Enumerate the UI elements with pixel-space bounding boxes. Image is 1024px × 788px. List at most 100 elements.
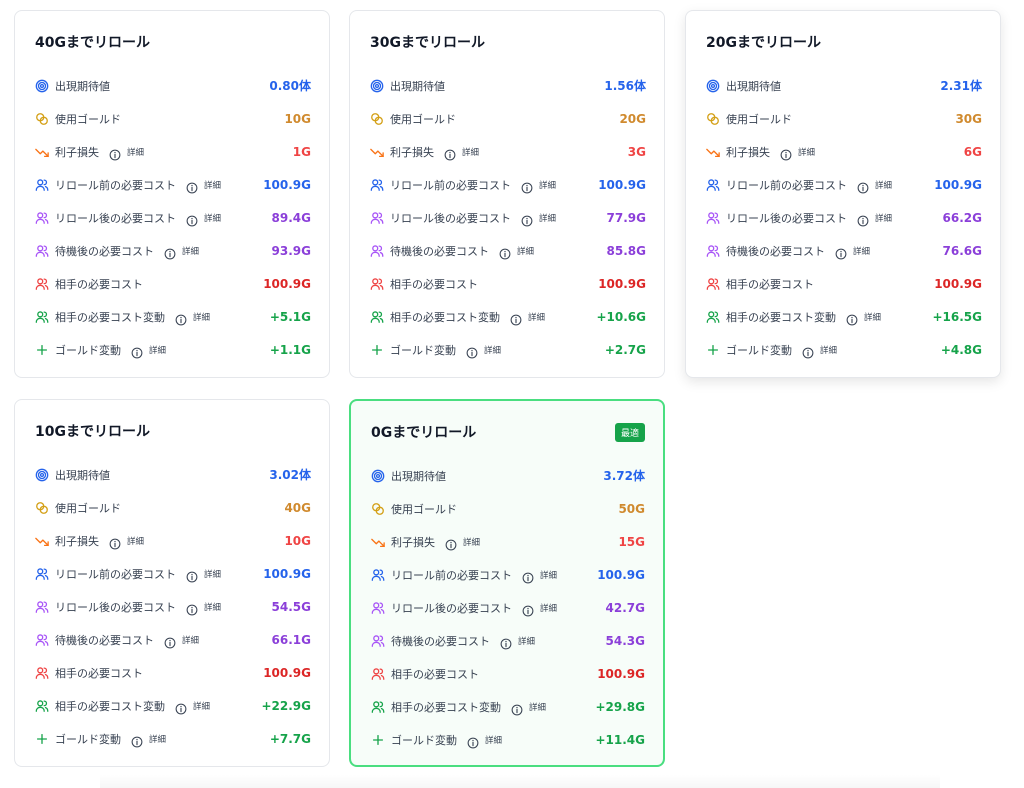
detail-button[interactable]: 詳細 — [857, 179, 893, 193]
stat-row-opp-cost: 相手の必要コスト 100.9G — [35, 656, 311, 689]
trending-down-icon — [370, 145, 384, 159]
stat-value: 100.9G — [263, 665, 311, 680]
stat-label: 相手の必要コスト — [391, 667, 479, 681]
detail-button[interactable]: 詳細 — [466, 344, 502, 358]
info-icon — [164, 245, 176, 259]
stat-row-cost-before: リロール前の必要コスト 詳細 100.9G — [370, 168, 646, 201]
detail-label: 詳細 — [539, 180, 557, 191]
stat-row-cost-before: リロール前の必要コスト 詳細 100.9G — [706, 168, 982, 201]
detail-button[interactable]: 詳細 — [164, 245, 199, 259]
detail-label: 詳細 — [484, 345, 502, 356]
users-icon — [706, 310, 720, 324]
reroll-card: 40Gまでリロール 出現期待値 0.80体 使用ゴールド 10G 利子損失 詳細 1… — [14, 10, 330, 378]
stat-value: 85.8G — [606, 243, 646, 258]
stat-value: 40G — [284, 500, 311, 515]
stat-label: 待機後の必要コスト — [55, 633, 154, 647]
users-icon — [706, 178, 720, 192]
detail-label: 詳細 — [853, 246, 871, 257]
stat-value: 100.9G — [934, 177, 982, 192]
stat-value: 76.6G — [942, 243, 982, 258]
detail-button[interactable]: 詳細 — [780, 146, 815, 160]
detail-button[interactable]: 詳細 — [857, 212, 892, 226]
stat-label: 相手の必要コスト変動 — [726, 310, 836, 324]
stat-row-cost-wait: 待機後の必要コスト 詳細 66.1G — [35, 623, 311, 656]
stat-row-interest-loss: 利子損失 詳細 15G — [371, 525, 645, 558]
info-icon — [131, 733, 143, 747]
detail-label: 詳細 — [540, 603, 558, 614]
info-icon — [175, 311, 187, 325]
users-icon — [35, 277, 49, 291]
stat-value: +29.8G — [595, 699, 645, 714]
stat-label: 待機後の必要コスト — [390, 244, 489, 258]
detail-button[interactable]: 詳細 — [521, 179, 557, 193]
stat-value: 100.9G — [934, 276, 982, 291]
detail-button[interactable]: 詳細 — [175, 311, 210, 325]
info-icon — [186, 179, 198, 193]
detail-button[interactable]: 詳細 — [467, 734, 502, 748]
target-icon — [370, 79, 384, 93]
detail-button[interactable]: 詳細 — [522, 602, 558, 616]
stat-label: 使用ゴールド — [391, 502, 457, 516]
coins-icon — [706, 112, 720, 126]
card-title: 0Gまでリロール — [371, 425, 477, 441]
users-icon — [35, 211, 49, 225]
info-icon — [835, 245, 847, 259]
users-icon — [371, 568, 385, 582]
stat-value: +1.1G — [269, 342, 311, 357]
stat-value: 89.4G — [271, 210, 311, 225]
stat-row-gold-change: ゴールド変動 詳細 +4.8G — [706, 333, 982, 366]
detail-label: 詳細 — [193, 701, 211, 712]
detail-button[interactable]: 詳細 — [835, 245, 871, 259]
reroll-card: 0Gまでリロール 最適 出現期待値 3.72体 使用ゴールド 50G 利子損失 詳細 … — [349, 399, 665, 767]
info-icon — [802, 344, 814, 358]
stat-row-interest-loss: 利子損失 詳細 3G — [370, 135, 646, 168]
stat-label: 相手の必要コスト変動 — [55, 310, 165, 324]
users-icon — [371, 601, 385, 615]
detail-button[interactable]: 詳細 — [186, 568, 221, 582]
detail-button[interactable]: 詳細 — [522, 569, 558, 583]
users-icon — [35, 178, 49, 192]
detail-button[interactable]: 詳細 — [164, 634, 199, 648]
detail-button[interactable]: 詳細 — [802, 344, 837, 358]
detail-button[interactable]: 詳細 — [131, 344, 167, 358]
detail-button[interactable]: 詳細 — [109, 146, 144, 160]
detail-button[interactable]: 詳細 — [109, 535, 144, 549]
detail-button[interactable]: 詳細 — [511, 701, 546, 715]
detail-button[interactable]: 詳細 — [521, 212, 556, 226]
detail-button[interactable]: 詳細 — [510, 311, 545, 325]
users-icon — [371, 667, 385, 681]
stat-row-gold-change: ゴールド変動 詳細 +2.7G — [370, 333, 646, 366]
detail-label: 詳細 — [204, 213, 222, 224]
stat-label: 出現期待値 — [55, 79, 110, 93]
users-icon — [706, 277, 720, 291]
users-icon — [706, 244, 720, 258]
detail-button[interactable]: 詳細 — [499, 245, 534, 259]
users-icon — [35, 600, 49, 614]
detail-label: 詳細 — [463, 537, 481, 548]
stat-value: 66.1G — [271, 632, 311, 647]
detail-button[interactable]: 詳細 — [175, 700, 211, 714]
detail-label: 詳細 — [875, 180, 893, 191]
detail-button[interactable]: 詳細 — [131, 733, 166, 747]
card-header: 0Gまでリロール 最適 — [371, 419, 645, 445]
info-icon — [164, 634, 176, 648]
detail-button[interactable]: 詳細 — [846, 311, 881, 325]
detail-label: 詳細 — [518, 636, 536, 647]
card-title: 20Gまでリロール — [706, 35, 821, 51]
detail-button[interactable]: 詳細 — [186, 601, 222, 615]
stat-row-opp-cost: 相手の必要コスト 100.9G — [706, 267, 982, 300]
detail-button[interactable]: 詳細 — [500, 635, 536, 649]
stat-label: リロール後の必要コスト — [55, 211, 176, 225]
detail-button[interactable]: 詳細 — [186, 212, 222, 226]
detail-button[interactable]: 詳細 — [445, 536, 481, 550]
users-icon — [35, 244, 49, 258]
coins-icon — [371, 502, 385, 516]
detail-label: 詳細 — [149, 345, 167, 356]
target-icon — [371, 469, 385, 483]
detail-button[interactable]: 詳細 — [186, 179, 221, 193]
detail-button[interactable]: 詳細 — [444, 146, 479, 160]
detail-label: 詳細 — [204, 602, 222, 613]
card-header: 20Gまでリロール — [706, 29, 982, 55]
info-icon — [522, 602, 534, 616]
detail-label: 詳細 — [540, 570, 558, 581]
